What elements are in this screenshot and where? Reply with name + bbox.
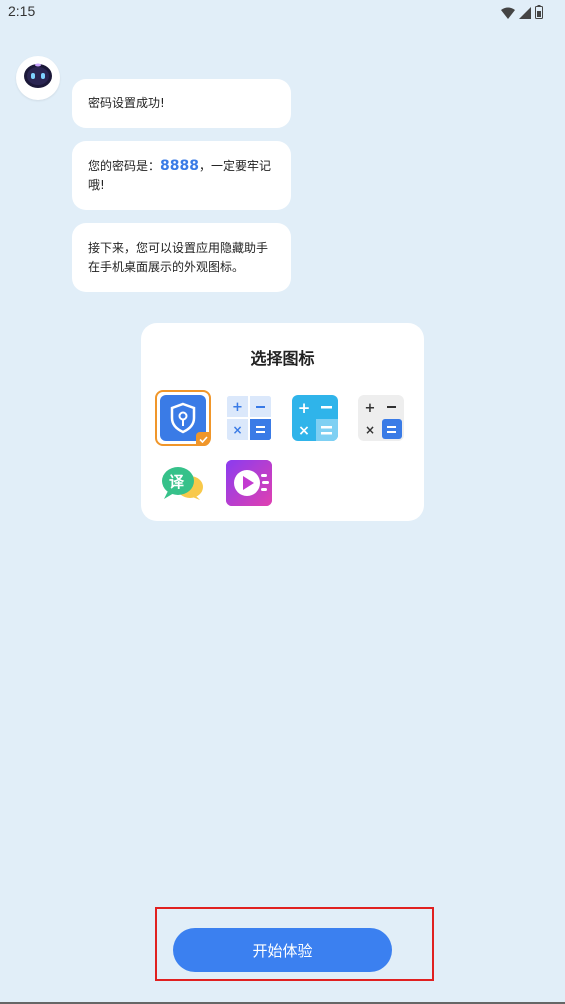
calculator-gray-icon[interactable]: + × — [358, 395, 404, 441]
start-experience-button[interactable]: 开始体验 — [173, 928, 392, 972]
svg-text:+: + — [298, 399, 311, 417]
robot-icon — [23, 63, 53, 93]
wifi-icon — [501, 4, 515, 23]
battery-icon — [535, 4, 543, 23]
password-value: 8888 — [160, 158, 199, 174]
translate-icon[interactable]: 译 — [160, 460, 206, 506]
icon-picker-title: 选择图标 — [250, 349, 315, 368]
svg-text:+: + — [232, 400, 243, 415]
message-text: 密码设置成功! — [88, 96, 165, 110]
translate-label: 译 — [169, 473, 185, 491]
chat-message: 接下来，您可以设置应用隐藏助手在手机桌面展示的外观图标。 — [72, 223, 291, 292]
chat-message: 您的密码是：8888，一定要牢记哦! — [72, 141, 291, 210]
svg-text:×: × — [365, 423, 375, 437]
calculator-blue-icon[interactable]: + × — [292, 395, 338, 441]
status-icons — [501, 4, 543, 23]
svg-text:+: + — [365, 401, 376, 416]
video-player-icon[interactable] — [226, 460, 272, 506]
status-bar: 2:15 — [0, 0, 565, 24]
assistant-avatar — [16, 56, 60, 100]
calculator-light-icon[interactable]: + × — [226, 395, 272, 441]
signal-icon — [519, 4, 531, 23]
check-icon — [196, 432, 210, 446]
message-prefix: 您的密码是： — [88, 159, 161, 173]
chat-message: 密码设置成功! — [72, 79, 291, 128]
message-text: 接下来，您可以设置应用隐藏助手在手机桌面展示的外观图标。 — [88, 241, 269, 274]
svg-text:×: × — [232, 423, 242, 437]
status-time: 2:15 — [8, 3, 36, 19]
svg-text:×: × — [298, 423, 310, 439]
icon-picker-card: 选择图标 + × + × + × 译 — [141, 323, 424, 521]
